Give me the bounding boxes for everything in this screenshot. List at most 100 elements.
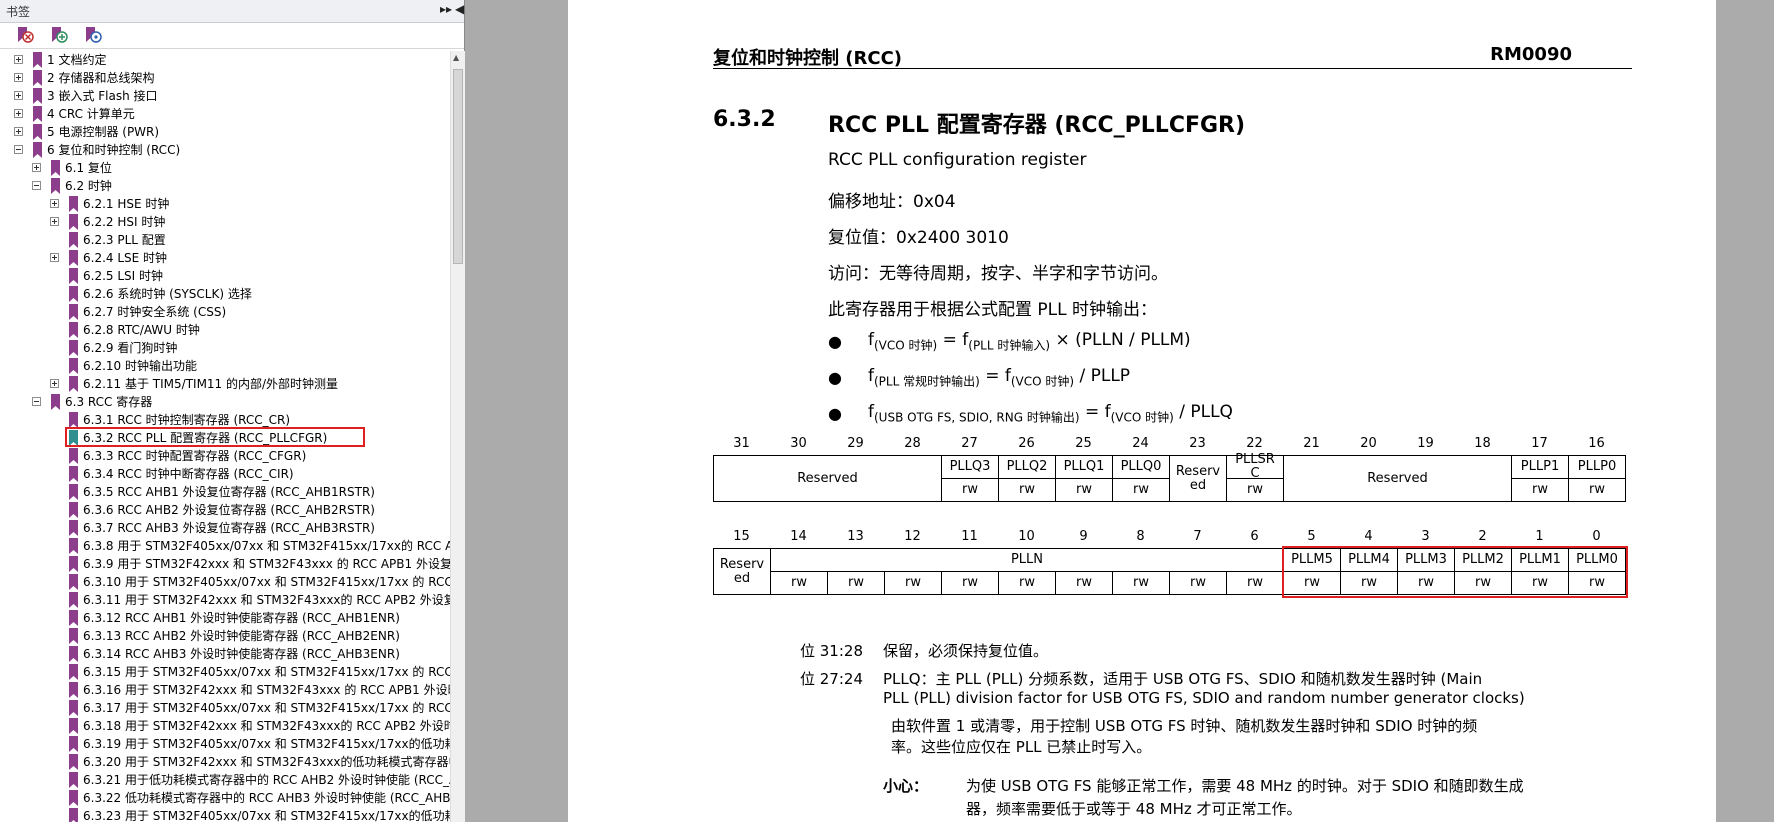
bookmark-item[interactable]: 6.3.3 RCC 时钟配置寄存器 (RCC_CFGR) <box>0 447 450 465</box>
bookmark-item[interactable]: 3 嵌入式 Flash 接口 <box>0 87 450 105</box>
bookmark-item[interactable]: 6.3 RCC 寄存器 <box>0 393 450 411</box>
access-rw-cell: rw <box>941 571 999 595</box>
bookmark-item[interactable]: 6.3.19 用于 STM32F405xx/07xx 和 STM32F415xx… <box>0 735 450 753</box>
expand-icon[interactable] <box>14 91 23 100</box>
access-rw-cell: rw <box>884 571 942 595</box>
bit-number: 27 <box>961 436 978 451</box>
bookmark-item[interactable]: 6.3.9 用于 STM32F42xxx 和 STM32F43xxx 的 RCC… <box>0 555 450 573</box>
expand-icon[interactable] <box>32 163 41 172</box>
collapse-icon[interactable] <box>32 181 41 190</box>
bookmark-item[interactable]: 6.3.16 用于 STM32F42xxx 和 STM32F43xxx 的 RC… <box>0 681 450 699</box>
bookmark-item[interactable]: 6.3.10 用于 STM32F405xx/07xx 和 STM32F415xx… <box>0 573 450 591</box>
bookmark-label: 6.3.9 用于 STM32F42xxx 和 STM32F43xxx 的 RCC… <box>83 557 450 571</box>
bit-number: 15 <box>733 529 750 544</box>
bookmark-label: 6.3.4 RCC 时钟中断寄存器 (RCC_CIR) <box>83 467 294 481</box>
bookmarks-toolbar <box>0 23 464 49</box>
access-rw-cell: rw <box>770 571 828 595</box>
bookmark-item[interactable]: 6.2.2 HSI 时钟 <box>0 213 450 231</box>
bookmark-item[interactable]: 6 复位和时钟控制 (RCC) <box>0 141 450 159</box>
expand-icon[interactable] <box>50 379 59 388</box>
bookmark-item[interactable]: 6.3.8 用于 STM32F405xx/07xx 和 STM32F415xx/… <box>0 537 450 555</box>
bookmark-item[interactable]: 6.1 复位 <box>0 159 450 177</box>
page-header-title: 复位和时钟控制 (RCC) <box>713 48 902 69</box>
bookmark-label: 6.3.19 用于 STM32F405xx/07xx 和 STM32F415xx… <box>83 737 450 751</box>
bookmark-item[interactable]: 6.3.22 低功耗模式寄存器中的 RCC AHB3 外设时钟使能 (RCC_A… <box>0 789 450 807</box>
bookmark-item[interactable]: 6.2.10 时钟输出功能 <box>0 357 450 375</box>
sidebar-scrollbar[interactable]: ▲ <box>450 51 465 822</box>
bookmark-item[interactable]: 6.2.5 LSI 时钟 <box>0 267 450 285</box>
bit-number: 9 <box>1079 529 1088 544</box>
note-line-2: 器，频率需要低于或等于 48 MHz 才可正常工作。 <box>966 800 1302 818</box>
bookmark-icon <box>68 700 79 716</box>
expand-icon[interactable] <box>50 199 59 208</box>
bookmark-item[interactable]: 6.3.14 RCC AHB3 外设时钟使能寄存器 (RCC_AHB3ENR) <box>0 645 450 663</box>
bookmark-item[interactable]: 6.2.8 RTC/AWU 时钟 <box>0 321 450 339</box>
bookmark-icon <box>68 250 79 266</box>
access-rw-cell: rw <box>1568 478 1626 502</box>
bookmark-label: 6.3.13 RCC AHB2 外设时钟使能寄存器 (RCC_AHB2ENR) <box>83 629 400 643</box>
bookmark-item[interactable]: 6.3.12 RCC AHB1 外设时钟使能寄存器 (RCC_AHB1ENR) <box>0 609 450 627</box>
bookmark-item[interactable]: 6.2.1 HSE 时钟 <box>0 195 450 213</box>
bookmark-item[interactable]: 1 文档约定 <box>0 51 450 69</box>
bookmark-icon <box>68 412 79 428</box>
collapse-icon[interactable] <box>32 397 41 406</box>
collapse-panel-icon[interactable]: ◀ <box>455 2 464 16</box>
bookmark-item[interactable]: 6.3.23 用于 STM32F405xx/07xx 和 STM32F415xx… <box>0 807 450 822</box>
bookmark-item[interactable]: 6.3.20 用于 STM32F42xxx 和 STM32F43xxx的低功耗模… <box>0 753 450 771</box>
bookmark-icon <box>68 196 79 212</box>
expand-icon[interactable] <box>14 109 23 118</box>
bookmark-item[interactable]: 5 电源控制器 (PWR) <box>0 123 450 141</box>
bit-number: 5 <box>1307 529 1316 544</box>
expand-icon[interactable] <box>14 73 23 82</box>
bookmark-item[interactable]: 6.3.5 RCC AHB1 外设复位寄存器 (RCC_AHB1RSTR) <box>0 483 450 501</box>
bookmark-label: 6.3.14 RCC AHB3 外设时钟使能寄存器 (RCC_AHB3ENR) <box>83 647 400 661</box>
scroll-up-icon[interactable]: ▲ <box>453 53 459 62</box>
bookmark-item[interactable]: 6.2.9 看门狗时钟 <box>0 339 450 357</box>
bookmark-icon <box>68 322 79 338</box>
bookmark-item[interactable]: 6.2.6 系统时钟 (SYSCLK) 选择 <box>0 285 450 303</box>
bookmark-label: 6.2.6 系统时钟 (SYSCLK) 选择 <box>83 287 252 301</box>
bookmark-item[interactable]: 6.2.4 LSE 时钟 <box>0 249 450 267</box>
bookmark-item[interactable]: 6.2.3 PLL 配置 <box>0 231 450 249</box>
register-subtitle: RCC PLL configuration register <box>828 150 1087 170</box>
bookmark-item[interactable]: 6.3.17 用于 STM32F405xx/07xx 和 STM32F415xx… <box>0 699 450 717</box>
expand-icon[interactable] <box>50 253 59 262</box>
bookmark-item[interactable]: 6.3.21 用于低功耗模式寄存器中的 RCC AHB2 外设时钟使能 (RCC… <box>0 771 450 789</box>
bookmark-item[interactable]: 6.2.7 时钟安全系统 (CSS) <box>0 303 450 321</box>
expand-icon[interactable] <box>14 127 23 136</box>
bookmark-item[interactable]: 6.3.18 用于 STM32F42xxx 和 STM32F43xxx的 RCC… <box>0 717 450 735</box>
formula-part: = f <box>979 366 1011 386</box>
bookmark-item[interactable]: 2 存储器和总线架构 <box>0 69 450 87</box>
bookmark-icon <box>68 502 79 518</box>
bookmark-label: 2 存储器和总线架构 <box>47 71 155 85</box>
reset-value: 复位值：0x2400 3010 <box>828 228 1009 248</box>
find-bookmark-icon[interactable] <box>82 26 102 44</box>
expand-icon[interactable] <box>14 55 23 64</box>
bookmark-item[interactable]: 6.3.11 用于 STM32F42xxx 和 STM32F43xxx的 RCC… <box>0 591 450 609</box>
bookmark-item[interactable]: 6.2.11 基于 TIM5/TIM11 的内部/外部时钟测量 <box>0 375 450 393</box>
bookmark-icon <box>68 376 79 392</box>
bookmark-item[interactable]: 6.3.7 RCC AHB3 外设复位寄存器 (RCC_AHB3RSTR) <box>0 519 450 537</box>
sidebar-scroll-thumb[interactable] <box>453 69 463 264</box>
bookmark-icon <box>68 664 79 680</box>
access-rw-cell: rw <box>1169 571 1227 595</box>
bit-number: 13 <box>847 529 864 544</box>
add-bookmark-icon[interactable] <box>48 26 68 44</box>
collapse-icon[interactable] <box>14 145 23 154</box>
bookmark-item[interactable]: 6.3.15 用于 STM32F405xx/07xx 和 STM32F415xx… <box>0 663 450 681</box>
bookmark-item[interactable]: 6.3.6 RCC AHB2 外设复位寄存器 (RCC_AHB2RSTR) <box>0 501 450 519</box>
register-field: PLLP1 <box>1511 455 1569 479</box>
bookmark-item[interactable]: 6.2 时钟 <box>0 177 450 195</box>
access-rw-cell: rw <box>1226 571 1284 595</box>
bookmark-label: 3 嵌入式 Flash 接口 <box>47 89 158 103</box>
bit-number: 22 <box>1246 436 1263 451</box>
bullet-icon: ● <box>828 332 842 351</box>
bookmark-item[interactable]: 6.3.13 RCC AHB2 外设时钟使能寄存器 (RCC_AHB2ENR) <box>0 627 450 645</box>
bookmark-item[interactable]: 6.3.4 RCC 时钟中断寄存器 (RCC_CIR) <box>0 465 450 483</box>
expand-icon[interactable] <box>50 217 59 226</box>
bookmark-icon <box>68 646 79 662</box>
delete-bookmark-icon[interactable] <box>14 26 34 44</box>
expand-panel-icon[interactable]: ▸▸ <box>440 2 452 16</box>
bookmark-icon <box>68 304 79 320</box>
bookmark-item[interactable]: 4 CRC 计算单元 <box>0 105 450 123</box>
